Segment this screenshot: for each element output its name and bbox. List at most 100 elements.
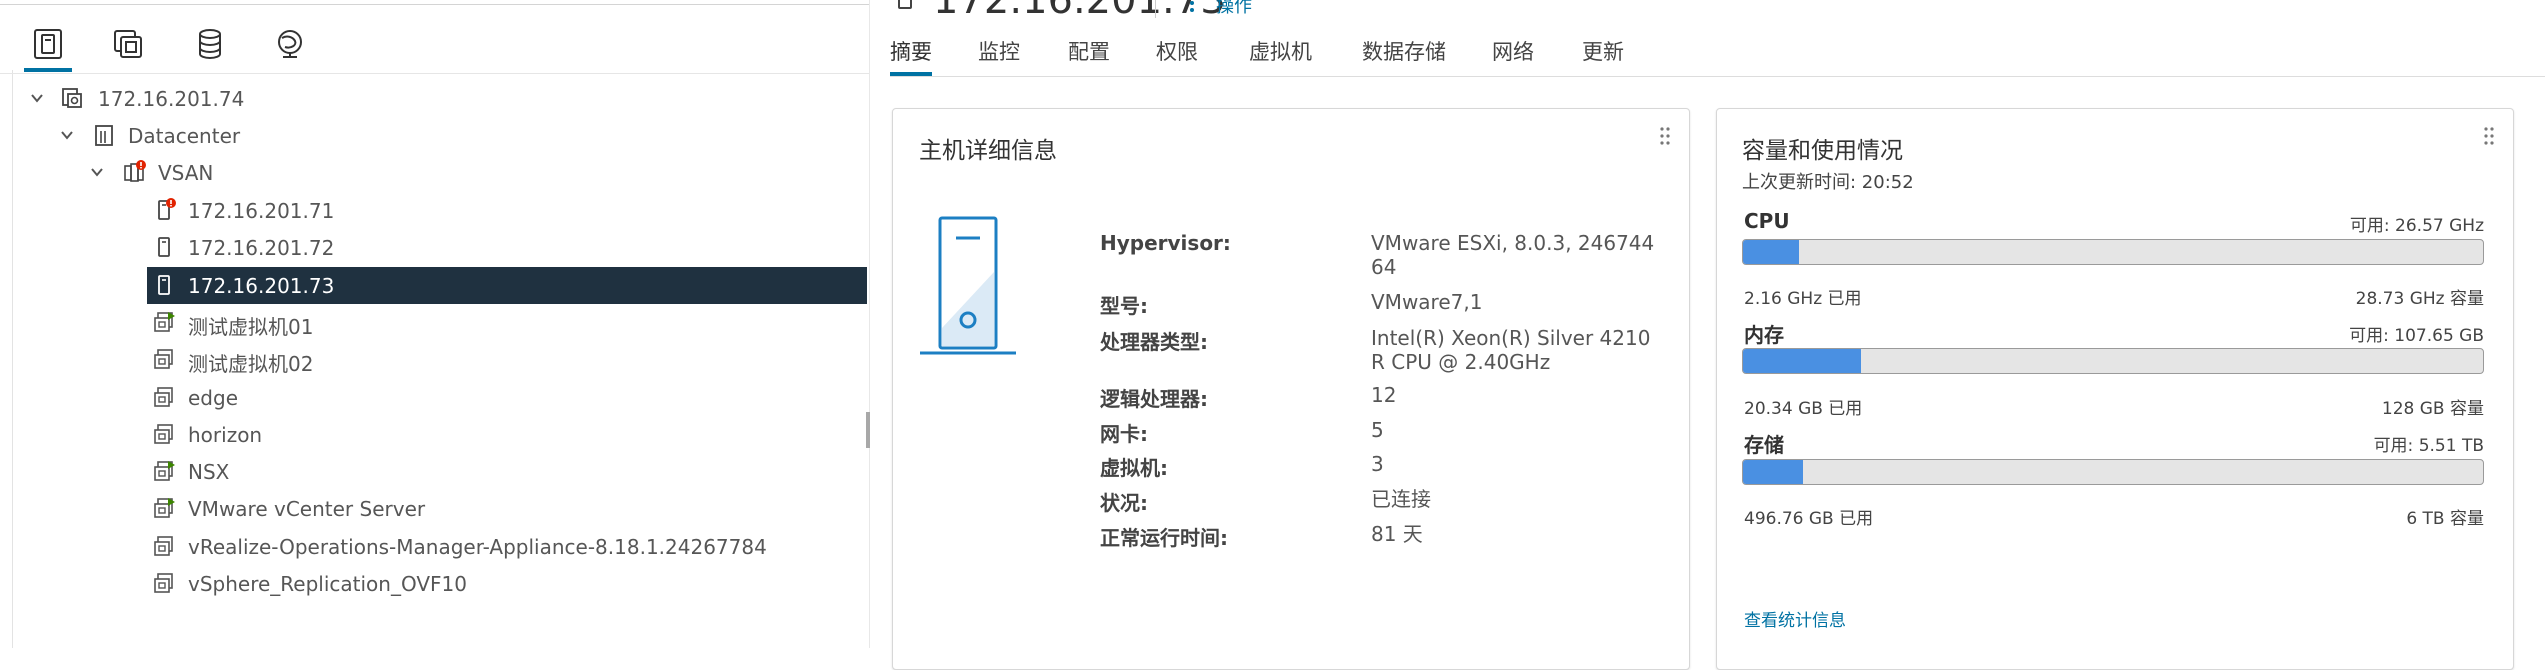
inventory-panel: 172.16.201.74 Datacenter VSAN 172.16.201.71… [0,0,870,648]
server-host-icon [920,216,1016,355]
tab-networking[interactable] [270,24,310,64]
detail-key-vms: 虚拟机: [1100,456,1168,480]
vm-off-icon [152,385,176,409]
tree-node-label: NSX [188,460,230,484]
tree-node[interactable]: 172.16.201.72 [0,229,869,266]
vm-on-icon [152,310,176,334]
tab-datastores[interactable]: 数据存储 [1362,36,1446,66]
inventory-view-tabs [24,24,348,74]
detail-key-model: 型号: [1100,294,1148,318]
detail-value-state: 已连接 [1371,487,1431,511]
tree-node-label: 172.16.201.73 [188,274,335,298]
tree-node[interactable]: VMware vCenter Server [0,490,869,527]
tree-node-label: Datacenter [128,124,241,148]
tree-node-label: VMware vCenter Server [188,497,426,521]
detail-value-vms: 3 [1371,452,1384,476]
tree-node[interactable]: NSX [0,453,869,490]
tab-permissions[interactable]: 权限 [1156,36,1198,66]
memory-available: 可用: 107.65 GB [2349,326,2484,346]
vm-off-icon [152,534,176,558]
networking-icon [278,30,302,58]
vm-on-icon [152,459,176,483]
detail-key-hypervisor: Hypervisor: [1100,231,1231,255]
actions-dots-icon [1190,1,1194,12]
detail-value-nics: 5 [1371,418,1384,442]
tree-node[interactable]: 测试虚拟机02 [0,341,869,378]
cpu-capacity: 28.73 GHz 容量 [2355,289,2484,309]
datacenter-icon [92,123,116,147]
detail-key-uptime: 正常运行时间: [1100,526,1228,550]
storage-icon [199,29,221,59]
tree-node-label: horizon [188,423,263,447]
cpu-usage-bar [1742,239,2484,265]
tree-node-label: edge [188,386,238,410]
vms-and-templates-icon [114,30,142,58]
storage-label: 存储 [1744,433,1784,457]
tree-node-label: 测试虚拟机01 [188,315,314,339]
detail-value-hypervisor: VMware ESXi, 8.0.3, 24674464 [1371,231,1655,279]
vcenter-icon [60,86,84,110]
chevron-down-icon[interactable] [58,126,76,144]
tree-node-label: vRealize-Operations-Manager-Appliance-8.… [188,535,767,559]
memory-usage-fill [1743,349,1861,373]
vm-off-icon [152,571,176,595]
tree-node[interactable]: 测试虚拟机01 [0,304,869,341]
tree-node[interactable]: 172.16.201.74 [0,80,869,117]
tab-summary[interactable]: 摘要 [890,36,932,76]
tabs-bottom-border [890,76,2545,77]
panel-splitter[interactable] [866,412,870,448]
panel-top-border [0,4,869,5]
host-icon [898,0,912,9]
host-details-title: 主机详细信息 [919,138,1057,164]
last-updated-text: 上次更新时间: 20:52 [1742,172,1914,193]
detail-key-processor-type: 处理器类型: [1100,330,1208,354]
tree-node-label: 测试虚拟机02 [188,352,314,376]
tab-vms-and-templates[interactable] [108,24,148,64]
tree-node[interactable]: VSAN [0,154,869,191]
storage-capacity: 6 TB 容量 [2406,509,2484,529]
header-divider [1155,0,1156,18]
tree-node-label: 172.16.201.74 [98,87,245,111]
tree-node[interactable]: vRealize-Operations-Manager-Appliance-8.… [0,528,869,565]
cpu-available: 可用: 26.57 GHz [2349,216,2484,236]
actions-menu-button[interactable]: 操作 [1216,0,1252,18]
tree-node[interactable]: 172.16.201.73 [0,267,869,304]
chevron-down-icon[interactable] [88,163,106,181]
chevron-down-icon[interactable] [28,89,46,107]
host-icon [152,273,176,297]
hosts-and-clusters-icon [34,29,62,59]
detail-key-logical-processors: 逻辑处理器: [1100,387,1208,411]
view-statistics-link[interactable]: 查看统计信息 [1744,606,1846,631]
detail-value-uptime: 81 天 [1371,522,1423,546]
drag-handle-icon[interactable] [2483,126,2495,146]
drag-handle-icon[interactable] [1659,126,1671,146]
vm-off-icon [152,422,176,446]
host-icon [152,198,176,222]
tab-networks[interactable]: 网络 [1492,36,1534,66]
detail-value-logical-processors: 12 [1371,383,1397,407]
tree-node[interactable]: 172.16.201.71 [0,192,869,229]
host-icon [152,235,176,259]
cpu-label: CPU [1744,209,1790,233]
vm-on-icon [152,496,176,520]
tab-updates[interactable]: 更新 [1582,36,1624,66]
vm-off-icon [152,347,176,371]
tree-node[interactable]: horizon [0,416,869,453]
memory-label: 内存 [1744,323,1784,347]
tab-storage[interactable] [190,24,230,64]
tab-configure[interactable]: 配置 [1068,36,1110,66]
memory-usage-bar [1742,348,2484,374]
tree-node[interactable]: vSphere_Replication_OVF10 [0,565,869,602]
cpu-used: 2.16 GHz 已用 [1744,289,1862,309]
tree-node-label: 172.16.201.72 [188,236,335,260]
tab-hosts-and-clusters[interactable] [24,24,72,72]
tree-node[interactable]: edge [0,379,869,416]
memory-used: 20.34 GB 已用 [1744,399,1863,419]
tab-monitor[interactable]: 监控 [978,36,1020,66]
tree-node-label: 172.16.201.71 [188,199,335,223]
tab-vms[interactable]: 虚拟机 [1249,36,1312,66]
detail-key-nics: 网卡: [1100,422,1148,446]
storage-available: 可用: 5.51 TB [2373,436,2484,456]
tree-node[interactable]: Datacenter [0,117,869,154]
storage-used: 496.76 GB 已用 [1744,509,1874,529]
